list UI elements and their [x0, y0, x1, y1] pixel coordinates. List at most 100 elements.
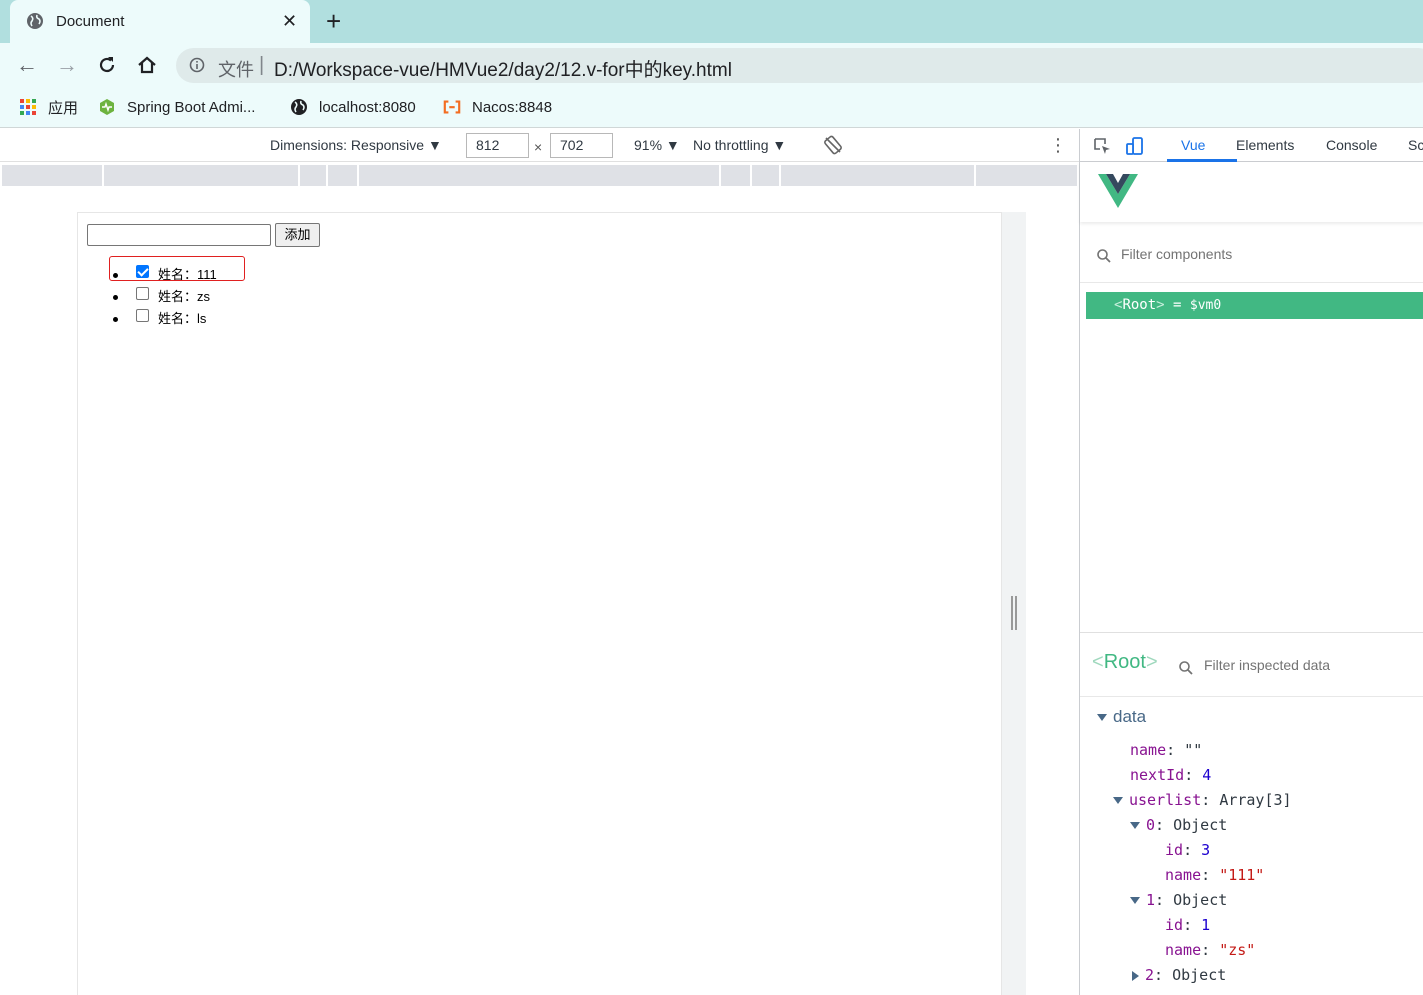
list-item: 姓名：zs [113, 285, 210, 305]
back-icon[interactable]: ← [15, 53, 39, 77]
tab-title: Document [56, 13, 125, 30]
info-icon[interactable] [189, 57, 205, 73]
globe-icon [27, 13, 43, 29]
data-key: 2 [1145, 966, 1155, 984]
data-value: Object [1172, 966, 1227, 984]
bookmark-nacos[interactable]: Nacos:8848 [443, 97, 552, 117]
bookmark-apps[interactable]: 应用 [19, 97, 78, 117]
tab-sources[interactable]: Sc [1408, 137, 1423, 153]
component-name: Root [1122, 297, 1157, 313]
bullet [113, 294, 118, 300]
rotate-icon[interactable] [823, 135, 843, 155]
address-prefix: 文件 [218, 60, 254, 80]
data-row-item-0[interactable]: 0: Object [1130, 815, 1227, 835]
data-value[interactable]: "111" [1219, 866, 1264, 884]
data-key: nextId [1130, 766, 1185, 784]
inspected-component-name: <Root> [1092, 651, 1158, 674]
inspect-element-icon[interactable] [1092, 136, 1112, 156]
data-row-name[interactable]: name: "" [1130, 740, 1202, 760]
vue-logo-icon [1098, 174, 1138, 208]
new-tab-button[interactable]: + [326, 8, 341, 34]
vm-reference: $vm0 [1189, 298, 1222, 313]
tab-elements[interactable]: Elements [1236, 137, 1294, 153]
forward-icon[interactable]: → [55, 53, 79, 77]
data-key: 1 [1146, 891, 1156, 909]
data-value[interactable]: "zs" [1219, 941, 1255, 959]
bookmark-localhost[interactable]: localhost:8080 [290, 97, 416, 117]
globe-icon [291, 99, 307, 115]
address-bar[interactable]: 文件 | D:/Workspace-vue/HMVue2/day2/12.v-f… [176, 48, 1423, 83]
section-label: data [1113, 707, 1147, 726]
data-value[interactable]: "" [1184, 741, 1202, 759]
search-icon [1097, 249, 1111, 263]
resize-handle[interactable] [1011, 596, 1017, 630]
data-value: Object [1173, 816, 1228, 834]
add-button[interactable]: 添加 [275, 223, 320, 247]
bullet [113, 316, 118, 322]
tab-strip: Document ✕ + [0, 0, 1423, 43]
spring-boot-icon [100, 99, 114, 115]
data-value[interactable]: 1 [1201, 916, 1210, 934]
browser-tab[interactable]: Document ✕ [10, 0, 310, 43]
data-row-item-1-id[interactable]: id: 1 [1165, 915, 1210, 935]
filter-components-placeholder: Filter components [1121, 246, 1233, 262]
data-value[interactable]: 3 [1201, 841, 1210, 859]
apps-grid-icon [20, 99, 36, 115]
bookmark-spring-boot[interactable]: Spring Boot Admi... [98, 97, 255, 117]
data-row-userlist[interactable]: userlist: Array[3] [1113, 790, 1292, 810]
device-height-input[interactable]: 702 [550, 133, 613, 158]
data-value[interactable]: 4 [1202, 766, 1211, 784]
device-toggle-icon[interactable] [1125, 136, 1145, 156]
inspector-header: <Root> Filter inspected data [1080, 632, 1423, 697]
data-row-item-2[interactable]: 2: Object [1132, 965, 1226, 985]
more-options-icon[interactable]: ⋮ [1049, 135, 1067, 155]
collapse-arrow-icon[interactable] [1130, 897, 1140, 904]
device-viewport [77, 212, 1002, 995]
section-data[interactable]: data [1097, 707, 1146, 727]
name-input[interactable] [87, 224, 271, 246]
filter-components[interactable]: Filter components [1080, 237, 1423, 283]
filter-inspected-input[interactable]: Filter inspected data [1204, 657, 1330, 673]
zoom-dropdown[interactable]: 91% ▼ [634, 137, 680, 153]
device-width-input[interactable]: 812 [466, 133, 529, 158]
item-checkbox[interactable] [136, 286, 149, 300]
component-name: Root [1103, 651, 1146, 673]
search-icon [1179, 661, 1193, 675]
data-value: Array[3] [1219, 791, 1292, 809]
browser-toolbar: ← → 文件 | D:/Workspace-vue/HMVue2/day2/12… [0, 43, 1423, 88]
data-row-nextid[interactable]: nextId: 4 [1130, 765, 1211, 785]
data-key: id [1165, 916, 1184, 934]
throttling-dropdown[interactable]: No throttling ▼ [693, 137, 786, 153]
dimensions-dropdown[interactable]: Dimensions: Responsive ▼ [270, 137, 442, 153]
media-query-bar[interactable] [2, 165, 1077, 186]
data-value: Object [1173, 891, 1228, 909]
expand-arrow-icon[interactable] [1132, 970, 1139, 981]
bookmark-label: 应用 [48, 99, 79, 117]
data-row-item-0-id[interactable]: id: 3 [1165, 840, 1210, 860]
tag-bracket: > [1156, 297, 1165, 313]
tab-vue[interactable]: Vue [1181, 137, 1205, 153]
devtools-tab-bar: Vue Elements Console Sc [1080, 129, 1423, 162]
nacos-icon [443, 100, 461, 114]
home-icon[interactable] [136, 54, 158, 76]
device-toolbar: Dimensions: Responsive ▼ 812 × 702 91% ▼… [0, 129, 1079, 162]
collapse-arrow-icon[interactable] [1097, 714, 1107, 721]
data-row-item-1[interactable]: 1: Object [1130, 890, 1227, 910]
collapse-arrow-icon[interactable] [1130, 822, 1140, 829]
address-separator: | [259, 54, 265, 76]
data-row-item-1-name[interactable]: name: "zs" [1165, 940, 1255, 960]
item-checkbox[interactable] [136, 308, 149, 322]
dimension-separator: × [534, 139, 543, 155]
list-item: 姓名：ls [113, 307, 206, 327]
address-url[interactable]: D:/Workspace-vue/HMVue2/day2/12.v-for中的k… [274, 55, 732, 82]
item-label: 姓名：ls [158, 310, 207, 326]
annotation-highlight-box [109, 256, 245, 281]
data-row-item-0-name[interactable]: name: "111" [1165, 865, 1264, 885]
data-key: 0 [1146, 816, 1156, 834]
tab-close-icon[interactable]: ✕ [282, 10, 297, 32]
collapse-arrow-icon[interactable] [1113, 797, 1123, 804]
component-tree-root[interactable]: <Root> = $vm0 [1086, 292, 1423, 319]
tab-console[interactable]: Console [1326, 137, 1377, 153]
reload-icon[interactable] [96, 54, 118, 76]
data-key: name [1165, 866, 1202, 884]
